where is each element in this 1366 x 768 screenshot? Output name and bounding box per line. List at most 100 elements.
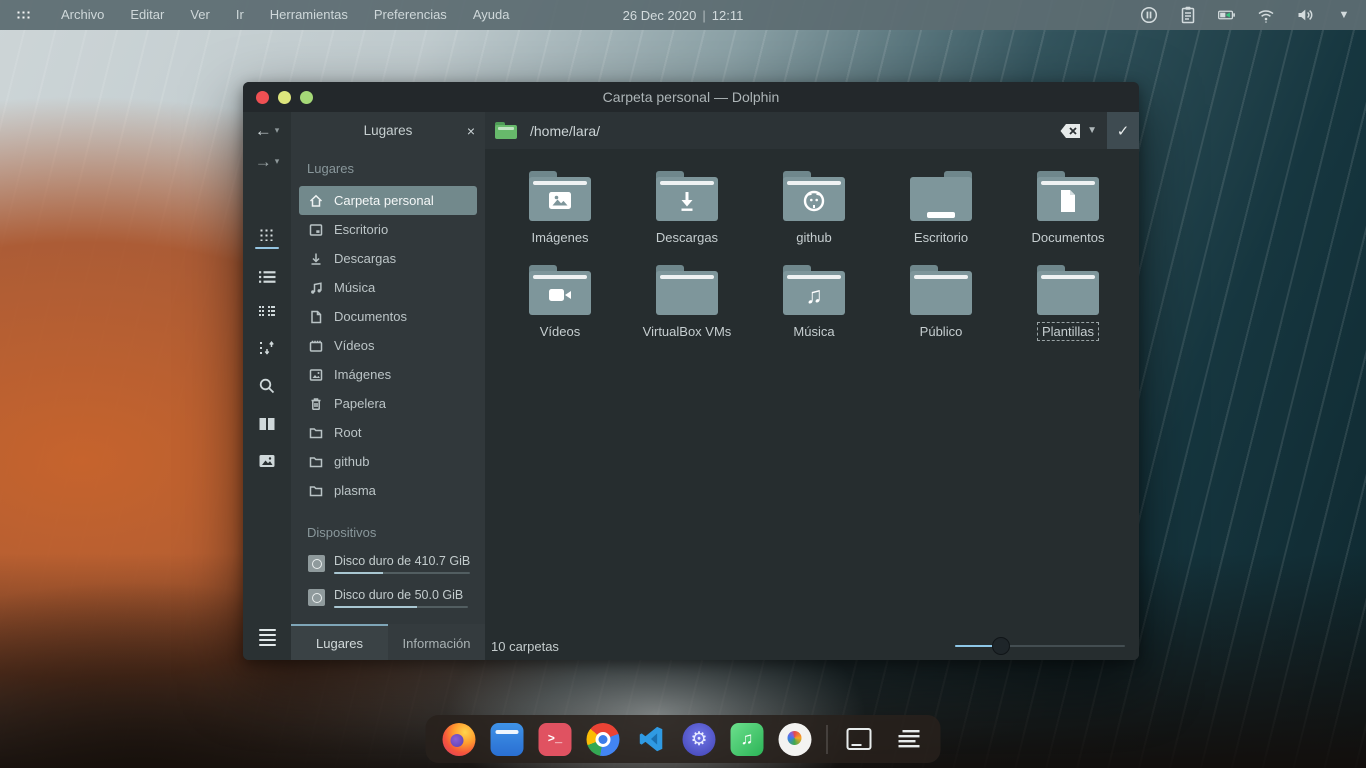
folder-tile-github[interactable]: github [755,165,873,246]
folder-icon [308,454,324,470]
color-palette-icon[interactable] [779,723,812,756]
sidebar-item-plasma[interactable]: plasma [299,476,477,505]
file-manager-icon[interactable] [491,723,524,756]
menu-editar[interactable]: Editar [117,0,177,30]
sidebar-item-escritorio[interactable]: Escritorio [299,215,477,244]
clear-location-button[interactable] [1059,123,1083,139]
folder-tile-descargas[interactable]: Descargas [628,165,746,246]
back-button[interactable]: ← ▾ [255,122,280,139]
volume-icon[interactable] [1295,5,1315,25]
folder-tile-escritorio[interactable]: Escritorio [882,165,1000,246]
location-path[interactable]: /home/lara/ [530,123,600,139]
sidebar-item-videos[interactable]: Vídeos [299,331,477,360]
battery-charging-icon[interactable] [1217,5,1237,25]
menu-ver[interactable]: Ver [177,0,223,30]
chrome-icon[interactable] [587,723,620,756]
place-label: Carpeta personal [334,193,434,208]
sidebar-item-root[interactable]: Root [299,418,477,447]
accept-location-button[interactable]: ✓ [1107,112,1139,149]
menu-ayuda[interactable]: Ayuda [460,0,523,30]
minimize-window-button[interactable] [278,91,291,104]
places-panel: Lugares × Lugares Carpeta personal Escri… [291,112,485,660]
clipboard-icon[interactable] [1178,5,1198,25]
place-label: Vídeos [334,338,374,353]
control-menu-button[interactable] [259,629,276,647]
clock[interactable]: 26 Dec 2020 | 12:11 [623,8,744,23]
zoom-slider[interactable] [955,637,1125,655]
compact-view-button[interactable] [257,305,277,319]
sidebar-device-disk-1[interactable]: Disco duro de 410.7 GiB [299,548,477,582]
firefox-icon[interactable] [443,723,476,756]
place-label: plasma [334,483,376,498]
location-dropdown-caret-icon[interactable]: ▼ [1087,125,1097,136]
place-label: Música [334,280,375,295]
details-view-button[interactable] [257,270,277,284]
folder-plain-icon [910,265,972,315]
menu-herramientas[interactable]: Herramientas [257,0,361,30]
sidebar-device-disk-2[interactable]: Disco duro de 50.0 GiB [299,582,477,616]
forward-arrow-icon: → [255,153,272,170]
tab-lugares[interactable]: Lugares [291,624,388,660]
music-icon [308,280,324,296]
task-manager-icon[interactable] [891,723,924,756]
icons-view-button[interactable] [257,228,277,249]
sidebar-item-musica[interactable]: Música [299,273,477,302]
sidebar-item-github[interactable]: github [299,447,477,476]
menu-archivo[interactable]: Archivo [48,0,117,30]
toolbar-strip: ← ▾ → ▾ [243,112,291,660]
menu-ir[interactable]: Ir [223,0,257,30]
zoom-slider-handle[interactable] [992,637,1010,655]
download-icon [308,251,324,267]
folder-tile-videos[interactable]: Vídeos [501,259,619,340]
folder-github-icon [783,171,845,221]
device-label: Disco duro de 410.7 GiB [334,554,470,568]
maximize-window-button[interactable] [300,91,313,104]
image-icon [308,367,324,383]
forward-button[interactable]: → ▾ [255,153,280,170]
back-history-caret-icon[interactable]: ▾ [275,125,280,136]
place-label: Papelera [334,396,386,411]
close-window-button[interactable] [256,91,269,104]
close-panel-icon[interactable]: × [467,124,475,138]
system-settings-icon[interactable]: ⚙ [683,723,716,756]
wifi-icon[interactable] [1256,5,1276,25]
sidebar-item-papelera[interactable]: Papelera [299,389,477,418]
folder-label: github [792,229,835,246]
forward-history-caret-icon[interactable]: ▾ [275,156,280,167]
window-switcher-icon[interactable] [843,723,876,756]
sidebar-item-descargas[interactable]: Descargas [299,244,477,273]
folder-tile-imagenes[interactable]: Imágenes [501,165,619,246]
folder-tile-documentos[interactable]: Documentos [1009,165,1127,246]
folder-tile-virtualbox-vms[interactable]: VirtualBox VMs [628,259,746,340]
split-view-button[interactable] [257,416,277,432]
preview-image-icon [258,453,276,469]
sidebar-item-carpeta-personal[interactable]: Carpeta personal [299,186,477,215]
clock-time: 12:11 [712,8,744,23]
preview-button[interactable] [257,453,277,469]
sidebar-item-imagenes[interactable]: Imágenes [299,360,477,389]
vscode-icon[interactable] [635,723,668,756]
sort-button[interactable] [257,340,277,356]
folder-tile-musica[interactable]: ♫ Música [755,259,873,340]
menu-preferencias[interactable]: Preferencias [361,0,460,30]
terminal-icon[interactable]: >_ [539,723,572,756]
folder-label: Escritorio [910,229,972,246]
place-label: Descargas [334,251,396,266]
media-pause-icon[interactable] [1139,5,1159,25]
app-launcher-button[interactable] [12,6,34,24]
search-button[interactable] [257,377,277,395]
window-titlebar[interactable]: Carpeta personal — Dolphin [243,82,1139,112]
location-bar[interactable]: /home/lara/ ▼ ✓ [485,112,1139,149]
music-player-icon[interactable]: ♫ [731,723,764,756]
folder-tile-plantillas[interactable]: Plantillas [1009,259,1127,340]
folder-view[interactable]: Imágenes Descargas github [485,149,1139,632]
tab-informacion[interactable]: Información [388,624,485,660]
expand-tray-icon[interactable]: ▼ [1334,5,1354,25]
folder-plain-icon [656,265,718,315]
place-label: Documentos [334,309,407,324]
folder-label: Público [916,323,967,340]
folder-tile-publico[interactable]: Público [882,259,1000,340]
sidebar-item-documentos[interactable]: Documentos [299,302,477,331]
zoom-slider-fill [955,645,1001,647]
clock-date: 26 Dec 2020 [623,8,697,23]
